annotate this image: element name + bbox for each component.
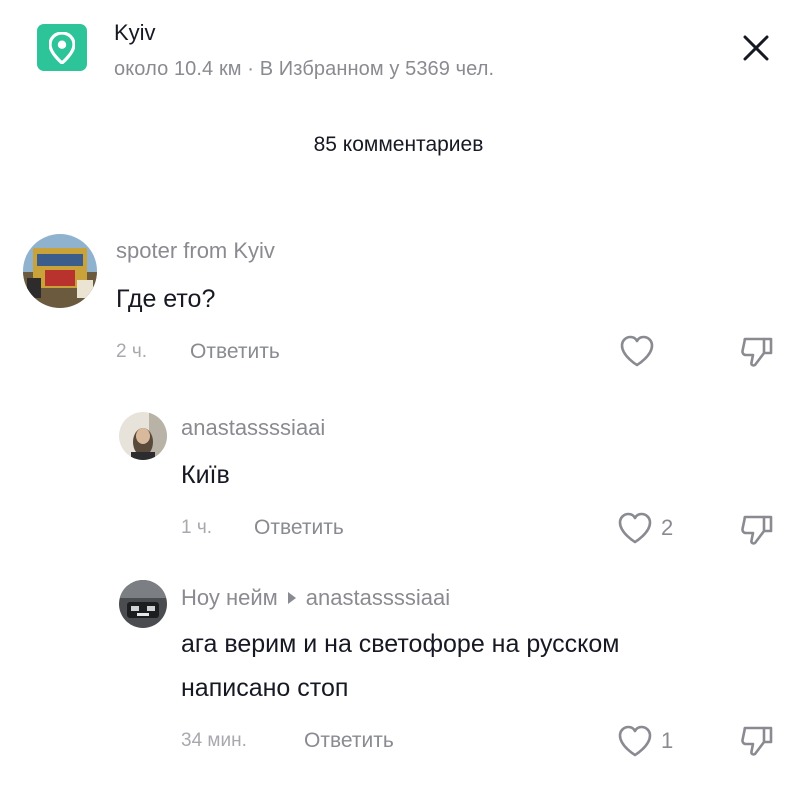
comment-username[interactable]: spoter from Kyiv [116,238,275,264]
reply-button[interactable]: Ответить [304,729,394,753]
dislike-icon[interactable] [738,723,776,764]
comment-text-line: написано стоп [181,674,349,702]
reply-to-username[interactable]: anastassssiaai [306,585,450,610]
close-icon[interactable] [736,28,776,68]
like-count: 2 [661,515,674,540]
like-button[interactable]: 2 [617,511,673,545]
comment-text: Київ [181,461,230,489]
avatar[interactable] [119,580,167,628]
dislike-icon[interactable] [738,334,776,375]
comment-username[interactable]: anastassssiaai [181,415,325,441]
location-subtitle: около 10.4 км · В Избранном у 5369 чел. [114,58,495,80]
comment-time: 34 мин. [181,730,247,751]
location-pin-icon [37,24,87,71]
avatar[interactable] [23,234,97,308]
comment-text: Где ето? [116,285,216,313]
heart-icon [618,725,652,757]
reply-button[interactable]: Ответить [254,516,344,540]
like-button[interactable] [619,334,663,368]
dislike-icon[interactable] [738,512,776,553]
reply-arrow-icon [287,592,296,605]
comment-time: 2 ч. [116,341,148,362]
heart-icon [620,335,654,367]
heart-icon [618,512,652,544]
comment-time: 1 ч. [181,517,213,538]
avatar[interactable] [119,412,167,460]
comment-text-line: ага верим и на светофоре на русском [181,630,620,658]
comments-count: 85 комментариев [313,133,484,156]
comment-username[interactable]: Ноу нейм [181,585,278,610]
reply-button[interactable]: Ответить [190,340,280,364]
like-button[interactable]: 1 [617,724,673,758]
like-count: 1 [661,728,674,753]
comment-username-line: Ноу нейм anastassssiaai [181,585,450,611]
comment-text: ага верим и на светофоре на русском напи… [181,625,771,707]
location-title[interactable]: Kyiv [114,20,156,46]
